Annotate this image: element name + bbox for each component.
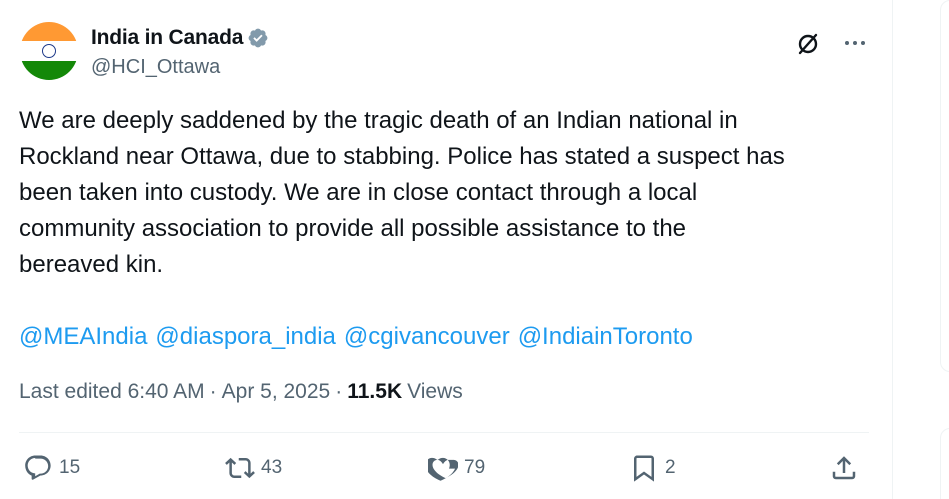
mention-link[interactable]: @IndiainToronto (518, 320, 693, 354)
display-name[interactable]: India in Canada (91, 26, 243, 50)
mention-link[interactable]: @cgivancouver (344, 320, 510, 354)
share-button[interactable] (829, 448, 859, 488)
sidebar-card (940, 0, 949, 372)
ashoka-chakra-icon (42, 44, 56, 58)
tweet-date[interactable]: Apr 5, 2025 (222, 380, 331, 404)
views-count[interactable]: 11.5K (347, 380, 402, 404)
action-bar: 15 43 79 2 (19, 448, 869, 488)
mentions-row: @MEAIndia @diaspora_india @cgivancouver … (19, 320, 693, 354)
verified-badge-icon[interactable] (247, 27, 269, 49)
tweet-metadata: Last edited 6:40 AM · Apr 5, 2025 · 11.5… (19, 380, 463, 404)
reply-count: 15 (59, 457, 81, 478)
bookmark-count: 2 (665, 457, 676, 478)
like-button[interactable]: 79 (428, 448, 485, 488)
repost-button[interactable]: 43 (225, 448, 282, 488)
avatar[interactable] (20, 22, 78, 80)
divider (19, 432, 869, 433)
mention-link[interactable]: @MEAIndia (19, 320, 147, 354)
meta-separator: · (209, 380, 217, 403)
repost-count: 43 (261, 457, 283, 478)
tweet-card: India in Canada @HCI_Ottawa We are deepl… (0, 0, 893, 499)
edited-timestamp[interactable]: Last edited 6:40 AM (19, 380, 205, 404)
mention-link[interactable]: @diaspora_india (155, 320, 335, 354)
grok-icon[interactable] (794, 30, 822, 58)
author-handle[interactable]: @HCI_Ottawa (91, 56, 220, 79)
reply-icon (25, 455, 51, 480)
views-label: Views (407, 380, 463, 403)
share-icon (832, 456, 856, 480)
repost-icon (225, 457, 255, 479)
more-options-icon[interactable] (840, 30, 870, 56)
bookmark-icon (634, 455, 654, 482)
tweet-text: We are deeply saddened by the tragic dea… (19, 107, 785, 278)
sidebar-card (940, 428, 949, 499)
meta-separator: · (335, 380, 343, 403)
reply-button[interactable]: 15 (23, 448, 80, 488)
heart-icon (428, 457, 458, 481)
like-count: 79 (464, 457, 486, 478)
author-name-row: India in Canada (91, 26, 269, 50)
bookmark-button[interactable]: 2 (629, 448, 676, 488)
right-sidebar (894, 0, 949, 499)
